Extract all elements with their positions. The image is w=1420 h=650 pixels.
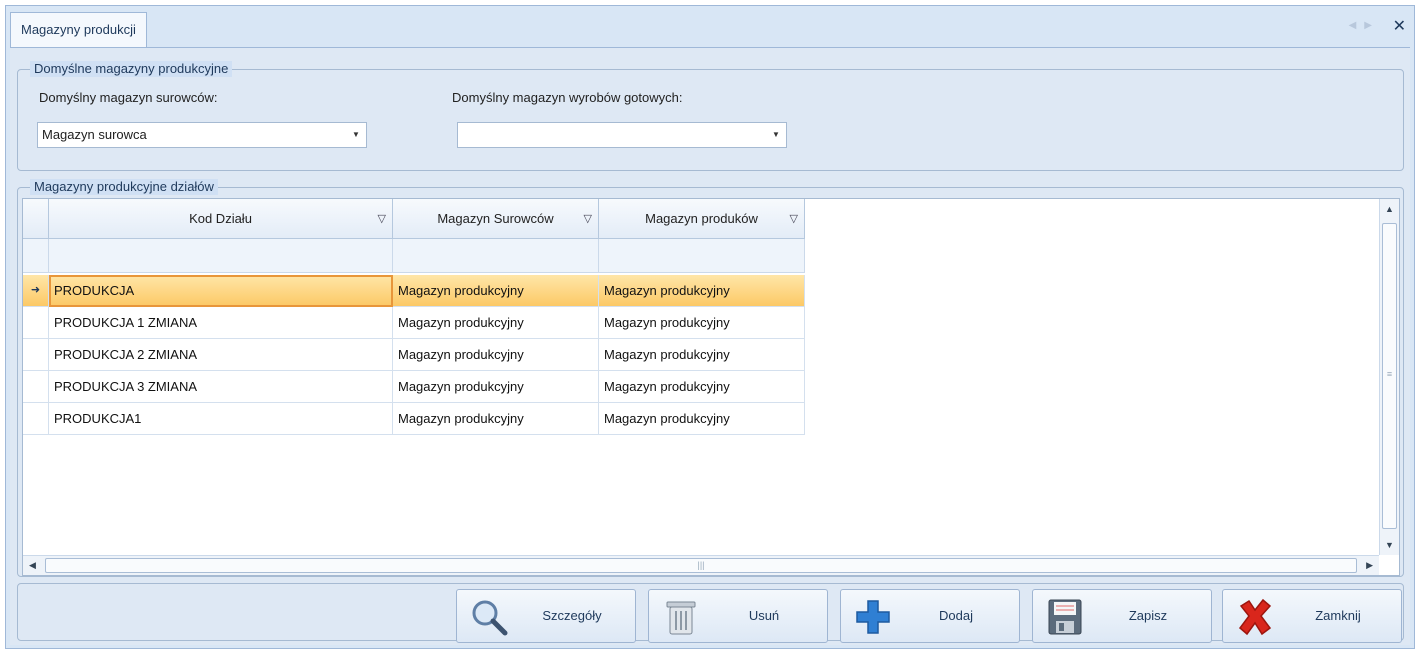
- dept-warehouses-group: Magazyny produkcyjne działów Kod Działu …: [17, 179, 1404, 577]
- filter-funnel-icon[interactable]: ▽: [790, 199, 798, 239]
- filter-row-indicator: [23, 239, 49, 273]
- table-cell-kod[interactable]: PRODUKCJA 2 ZMIANA: [49, 339, 393, 371]
- grid-corner-header: [23, 199, 49, 239]
- main-content: Domyślne magazyny produkcyjne Domyślny m…: [10, 47, 1410, 645]
- save-button[interactable]: Zapisz: [1032, 589, 1212, 643]
- table-cell-produkty[interactable]: Magazyn produkcyjny: [599, 339, 805, 371]
- column-header-label: Kod Działu: [189, 211, 252, 226]
- row-indicator: [23, 339, 49, 371]
- vertical-scroll-thumb[interactable]: ≡: [1382, 223, 1397, 529]
- details-label: Szczegóły: [542, 608, 602, 623]
- table-cell-produkty[interactable]: Magazyn produkcyjny: [599, 275, 805, 307]
- column-header-kod[interactable]: Kod Działu ▽: [49, 199, 393, 239]
- add-button[interactable]: Dodaj: [840, 589, 1020, 643]
- table-cell-surowce[interactable]: Magazyn produkcyjny: [393, 339, 599, 371]
- filter-funnel-icon[interactable]: ▽: [584, 199, 592, 239]
- red-x-icon: [1238, 598, 1272, 636]
- horizontal-scrollbar[interactable]: ◀ ||| ▶: [23, 555, 1379, 575]
- delete-label: Usuń: [748, 608, 780, 623]
- table-cell-kod[interactable]: PRODUKCJA: [49, 275, 393, 307]
- close-label: Zamknij: [1315, 608, 1361, 623]
- tab-title: Magazyny produkcji: [21, 22, 136, 37]
- scroll-left-icon[interactable]: ◀: [29, 560, 36, 571]
- floppy-disk-icon: [1048, 599, 1082, 635]
- add-label: Dodaj: [939, 608, 973, 623]
- column-header-label: Magazyn Surowców: [437, 211, 554, 226]
- filter-cell-kod[interactable]: [49, 239, 393, 273]
- close-tab-icon[interactable]: ✕: [1393, 16, 1406, 36]
- filter-cell-produkty[interactable]: [599, 239, 805, 273]
- column-header-surowce[interactable]: Magazyn Surowców ▽: [393, 199, 599, 239]
- table-cell-produkty[interactable]: Magazyn produkcyjny: [599, 403, 805, 435]
- table-cell-kod[interactable]: PRODUKCJA 1 ZMIANA: [49, 307, 393, 339]
- column-header-label: Magazyn produków: [645, 211, 758, 226]
- row-indicator-arrow-icon: ➜: [23, 275, 49, 307]
- table-cell-kod[interactable]: PRODUKCJA1: [49, 403, 393, 435]
- dept-grid: Kod Działu ▽ Magazyn Surowców ▽ Magazyn …: [22, 198, 1400, 576]
- scroll-up-icon[interactable]: ▲: [1385, 204, 1394, 214]
- default-warehouses-title: Domyślne magazyny produkcyjne: [30, 61, 233, 77]
- action-buttons-panel: Szczegóły Usuń Dodaj Zapisz Zamknij: [17, 583, 1404, 643]
- row-indicator: [23, 371, 49, 403]
- filter-funnel-icon[interactable]: ▽: [378, 199, 386, 239]
- plus-icon: [856, 600, 890, 634]
- dept-warehouses-title: Magazyny produkcyjne działów: [30, 179, 218, 195]
- magnifier-icon: [472, 600, 508, 636]
- table-cell-produkty[interactable]: Magazyn produkcyjny: [599, 371, 805, 403]
- filter-cell-surowce[interactable]: [393, 239, 599, 273]
- finished-warehouse-label: Domyślny magazyn wyrobów gotowych:: [452, 90, 683, 105]
- table-cell-produkty[interactable]: Magazyn produkcyjny: [599, 307, 805, 339]
- row-indicator: [23, 307, 49, 339]
- table-cell-surowce[interactable]: Magazyn produkcyjny: [393, 371, 599, 403]
- scroll-right-icon[interactable]: ▶: [1366, 560, 1373, 571]
- row-indicator: [23, 403, 49, 435]
- document-window: Magazyny produkcji ◀▶ ✕ Domyślne magazyn…: [5, 5, 1415, 649]
- table-cell-kod[interactable]: PRODUKCJA 3 ZMIANA: [49, 371, 393, 403]
- tab-nav-arrows-icon[interactable]: ◀▶: [1349, 20, 1380, 31]
- dropdown-arrow-icon[interactable]: ▼: [766, 123, 786, 147]
- vertical-scrollbar[interactable]: ▲ ≡ ▼: [1379, 199, 1399, 555]
- default-warehouses-group: Domyślne magazyny produkcyjne Domyślny m…: [17, 61, 1404, 171]
- trash-can-icon: [666, 601, 696, 635]
- column-header-produkty[interactable]: Magazyn produków ▽: [599, 199, 805, 239]
- raw-warehouse-combo[interactable]: Magazyn surowca ▼: [37, 122, 367, 148]
- dropdown-arrow-icon[interactable]: ▼: [346, 123, 366, 147]
- finished-warehouse-combo[interactable]: ▼: [457, 122, 787, 148]
- close-button[interactable]: Zamknij: [1222, 589, 1402, 643]
- table-cell-surowce[interactable]: Magazyn produkcyjny: [393, 307, 599, 339]
- horizontal-scroll-thumb[interactable]: |||: [45, 558, 1357, 573]
- scroll-down-icon[interactable]: ▼: [1385, 540, 1394, 550]
- table-cell-surowce[interactable]: Magazyn produkcyjny: [393, 275, 599, 307]
- raw-warehouse-label: Domyślny magazyn surowców:: [39, 90, 218, 105]
- table-cell-surowce[interactable]: Magazyn produkcyjny: [393, 403, 599, 435]
- save-label: Zapisz: [1128, 608, 1168, 623]
- details-button[interactable]: Szczegóły: [456, 589, 636, 643]
- raw-warehouse-value: Magazyn surowca: [42, 127, 147, 142]
- delete-button[interactable]: Usuń: [648, 589, 828, 643]
- tab-magazyny-produkcji[interactable]: Magazyny produkcji: [10, 12, 147, 48]
